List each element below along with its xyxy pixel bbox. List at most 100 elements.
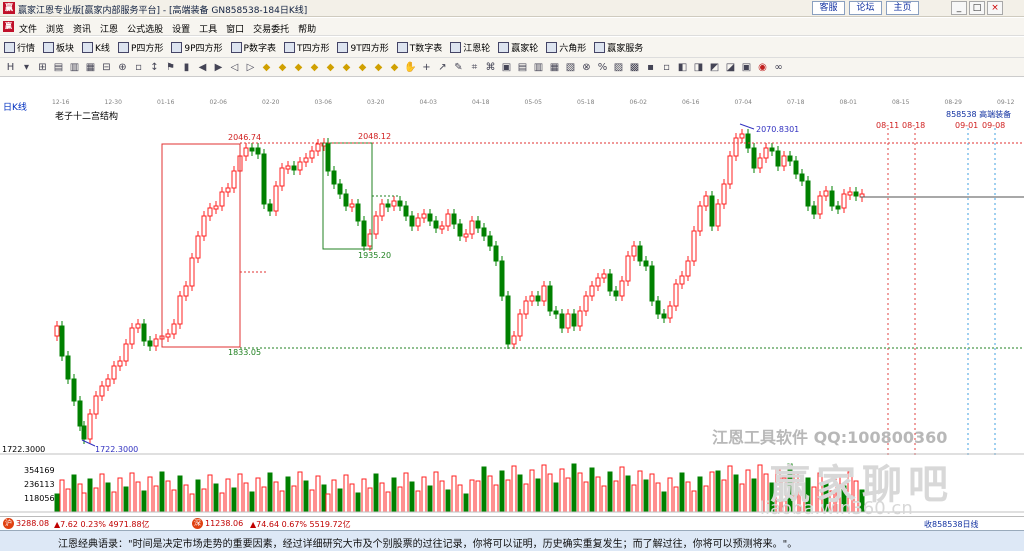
- toolbar-tool-icon[interactable]: ▫: [659, 60, 674, 75]
- toolbar-tool-icon[interactable]: ◆: [291, 60, 306, 75]
- funcbar-item-6[interactable]: T四方形: [283, 41, 329, 54]
- toolbar-tool-icon[interactable]: ▧: [563, 60, 578, 75]
- toolbar-tool-icon[interactable]: ▤: [51, 60, 66, 75]
- toolbar-tool-icon[interactable]: ▦: [547, 60, 562, 75]
- toolbar-tool-icon[interactable]: ▷: [243, 60, 258, 75]
- toolbar-tool-icon[interactable]: ◪: [723, 60, 738, 75]
- candle-down: [559, 313, 565, 329]
- toolbar-tool-icon[interactable]: ▣: [499, 60, 514, 75]
- date-tick-label: 01-16: [157, 99, 175, 106]
- toolbar-tool-icon[interactable]: ▫: [131, 60, 146, 75]
- toolbar-tool-icon[interactable]: ◁: [227, 60, 242, 75]
- homepage-link[interactable]: 主页: [886, 1, 919, 15]
- toolbar-tool-icon[interactable]: ↕: [147, 60, 162, 75]
- candle-down: [571, 313, 577, 327]
- toolbar-tool-icon[interactable]: ✋: [403, 60, 418, 75]
- funcbar-item-1[interactable]: 板块: [43, 41, 74, 54]
- menu-help[interactable]: 帮助: [298, 22, 316, 35]
- toolbar-tool-icon[interactable]: ▨: [611, 60, 626, 75]
- toolbar-tool-icon[interactable]: H: [3, 60, 18, 75]
- toolbar-tool-icon[interactable]: ⚑: [163, 60, 178, 75]
- toolbar-tool-icon[interactable]: ⌘: [483, 60, 498, 75]
- toolbar-tool-icon[interactable]: ◆: [355, 60, 370, 75]
- candle-down: [71, 378, 77, 402]
- toolbar-tool-icon[interactable]: ◆: [259, 60, 274, 75]
- stock-code-label: 858538 高端装备: [946, 110, 1012, 119]
- toolbar-tool-icon[interactable]: ◉: [755, 60, 770, 75]
- candle-up: [195, 235, 201, 259]
- toolbar-tool-icon[interactable]: ⊕: [115, 60, 130, 75]
- toolbar-tool-icon[interactable]: ⊞: [35, 60, 50, 75]
- volume-bar-up: [673, 486, 679, 513]
- sh-index-value[interactable]: 3288.08: [16, 519, 49, 528]
- funcbar-item-9[interactable]: 江恩轮: [450, 41, 490, 54]
- minimize-button[interactable]: _: [951, 1, 967, 15]
- candle-up: [153, 338, 159, 347]
- funcbar-item-2[interactable]: K线: [82, 41, 110, 54]
- candle-up: [111, 365, 117, 380]
- toolbar-tool-icon[interactable]: ▩: [627, 60, 642, 75]
- toolbar-tool-icon[interactable]: ▥: [67, 60, 82, 75]
- funcbar-item-12[interactable]: 赢家服务: [594, 41, 643, 54]
- funcbar-item-8[interactable]: T数字表: [396, 41, 442, 54]
- funcbar-item-3[interactable]: P四方形: [117, 41, 163, 54]
- toolbar-tool-icon[interactable]: ⊗: [579, 60, 594, 75]
- candle-up: [309, 150, 315, 159]
- toolbar-tool-icon[interactable]: ▣: [739, 60, 754, 75]
- funcbar-item-7[interactable]: 9T四方形: [337, 41, 389, 54]
- 9p-square-icon: [171, 42, 183, 53]
- volume-bar-down: [589, 467, 595, 513]
- menu-trade[interactable]: 交易委托: [253, 22, 289, 35]
- volume-bar-down: [195, 479, 201, 513]
- customer-service-link[interactable]: 客服: [812, 1, 845, 15]
- volume-bar-up: [135, 481, 141, 513]
- toolbar-tool-icon[interactable]: ▾: [19, 60, 34, 75]
- toolbar-tool-icon[interactable]: ▮: [179, 60, 194, 75]
- toolbar-tool-icon[interactable]: ↗: [435, 60, 450, 75]
- toolbar-tool-icon[interactable]: ◩: [707, 60, 722, 75]
- toolbar-tool-icon[interactable]: ⌗: [467, 60, 482, 75]
- maximize-button[interactable]: □: [969, 1, 985, 15]
- funcbar-item-4[interactable]: 9P四方形: [171, 41, 223, 54]
- funcbar-item-10[interactable]: 赢家轮: [498, 41, 538, 54]
- toolbar-tool-icon[interactable]: ✎: [451, 60, 466, 75]
- sz-index-value[interactable]: 11238.06: [205, 519, 243, 528]
- toolbar-tool-icon[interactable]: ◆: [307, 60, 322, 75]
- toolbar-tool-icon[interactable]: ▶: [211, 60, 226, 75]
- toolbar-tool-icon[interactable]: ◧: [675, 60, 690, 75]
- menu-tools[interactable]: 工具: [199, 22, 217, 35]
- menu-browse[interactable]: 浏览: [46, 22, 64, 35]
- candle-down: [787, 155, 793, 162]
- toolbar-tool-icon[interactable]: ∞: [771, 60, 786, 75]
- toolbar-tool-icon[interactable]: ▤: [515, 60, 530, 75]
- funcbar-item-11[interactable]: 六角形: [546, 41, 586, 54]
- toolbar-tool-icon[interactable]: ◨: [691, 60, 706, 75]
- app-logo-icon: 赢: [3, 2, 15, 14]
- funcbar-item-0[interactable]: 行情: [4, 41, 35, 54]
- toolbar-tool-icon[interactable]: ◀: [195, 60, 210, 75]
- close-button[interactable]: ×: [987, 1, 1003, 15]
- toolbar-tool-icon[interactable]: ▪: [643, 60, 658, 75]
- toolbar-tool-icon[interactable]: ⊟: [99, 60, 114, 75]
- menu-gann[interactable]: 江恩: [100, 22, 118, 35]
- volume-bar-up: [637, 470, 643, 513]
- menu-formula[interactable]: 公式选股: [127, 22, 163, 35]
- toolbar-tool-icon[interactable]: ◆: [387, 60, 402, 75]
- menu-file[interactable]: 文件: [19, 22, 37, 35]
- candle-down: [325, 142, 331, 172]
- forum-link[interactable]: 论坛: [849, 1, 882, 15]
- menu-window[interactable]: 窗口: [226, 22, 244, 35]
- toolbar-tool-icon[interactable]: +: [419, 60, 434, 75]
- toolbar-tool-icon[interactable]: ▥: [531, 60, 546, 75]
- toolbar-tool-icon[interactable]: ◆: [339, 60, 354, 75]
- menu-settings[interactable]: 设置: [172, 22, 190, 35]
- toolbar-tool-icon[interactable]: %: [595, 60, 610, 75]
- toolbar-tool-icon[interactable]: ◆: [371, 60, 386, 75]
- menu-info[interactable]: 资讯: [73, 22, 91, 35]
- toolbar-tool-icon[interactable]: ◆: [323, 60, 338, 75]
- toolbar-tool-icon[interactable]: ▦: [83, 60, 98, 75]
- volume-axis-label: 118056: [24, 494, 55, 503]
- candle-up: [373, 215, 379, 235]
- toolbar-tool-icon[interactable]: ◆: [275, 60, 290, 75]
- funcbar-item-5[interactable]: P数字表: [230, 41, 276, 54]
